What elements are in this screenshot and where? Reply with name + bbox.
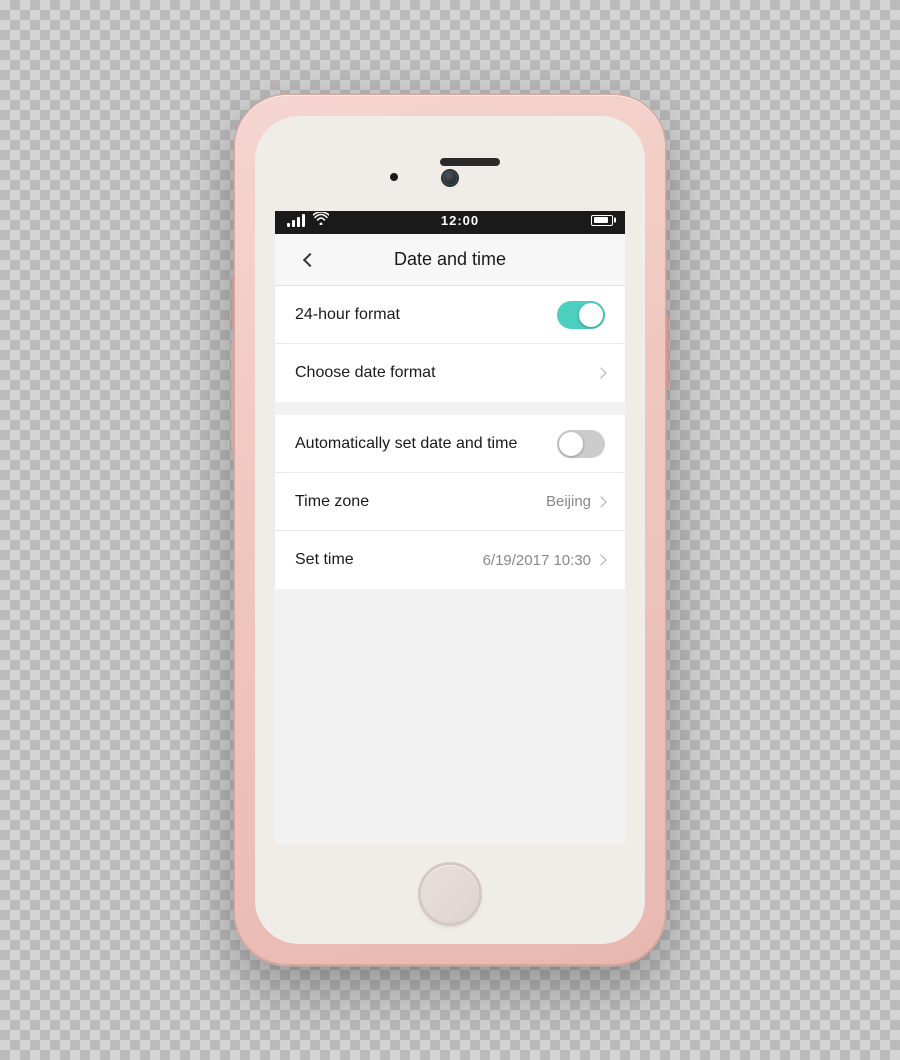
status-left xyxy=(287,212,329,228)
battery-icon xyxy=(591,215,613,226)
row-timezone[interactable]: Time zone Beijing xyxy=(275,473,625,531)
row-date-format[interactable]: Choose date format xyxy=(275,344,625,402)
back-button[interactable] xyxy=(291,244,323,276)
settings-content: 24-hour format Choose date format Aut xyxy=(275,286,625,844)
phone-bottom-area xyxy=(255,844,645,944)
front-camera xyxy=(390,173,398,181)
toggle-auto-datetime-thumb xyxy=(559,432,583,456)
wifi-icon xyxy=(313,212,329,228)
chevron-timezone-icon xyxy=(595,496,606,507)
status-time: 12:00 xyxy=(441,213,479,228)
camera xyxy=(443,171,457,185)
phone-body: 12:00 Date and time 24- xyxy=(255,116,645,944)
speaker xyxy=(440,158,500,166)
row-set-time-value: 6/19/2017 10:30 xyxy=(483,552,591,569)
toggle-auto-datetime[interactable] xyxy=(557,430,605,458)
signal-bar-3 xyxy=(297,217,300,227)
nav-bar: Date and time xyxy=(275,234,625,286)
back-chevron-icon xyxy=(302,252,316,266)
battery-fill xyxy=(594,217,608,223)
row-24hour-label: 24-hour format xyxy=(295,306,557,324)
row-timezone-value: Beijing xyxy=(546,493,591,510)
row-set-time-label: Set time xyxy=(295,551,483,569)
settings-section-1: 24-hour format Choose date format xyxy=(275,286,625,402)
settings-section-2: Automatically set date and time Time zon… xyxy=(275,415,625,589)
signal-bar-2 xyxy=(292,220,295,227)
signal-bar-1 xyxy=(287,223,290,227)
row-set-time[interactable]: Set time 6/19/2017 10:30 xyxy=(275,531,625,589)
section-gap xyxy=(275,403,625,415)
status-right xyxy=(591,215,613,226)
row-timezone-label: Time zone xyxy=(295,493,546,511)
row-date-format-label: Choose date format xyxy=(295,364,597,382)
row-auto-datetime-label: Automatically set date and time xyxy=(295,435,557,453)
row-auto-datetime[interactable]: Automatically set date and time xyxy=(275,415,625,473)
phone-screen: 12:00 Date and time 24- xyxy=(275,206,625,844)
page-title: Date and time xyxy=(323,249,577,270)
chevron-icon xyxy=(595,367,606,378)
chevron-set-time-icon xyxy=(595,554,606,565)
row-24hour[interactable]: 24-hour format xyxy=(275,286,625,344)
toggle-24hour-thumb xyxy=(579,303,603,327)
phone-device: 12:00 Date and time 24- xyxy=(235,95,665,965)
phone-top-area xyxy=(255,116,645,211)
home-button[interactable] xyxy=(421,865,479,923)
toggle-24hour[interactable] xyxy=(557,301,605,329)
signal-bars xyxy=(287,214,305,227)
signal-bar-4 xyxy=(302,214,305,227)
